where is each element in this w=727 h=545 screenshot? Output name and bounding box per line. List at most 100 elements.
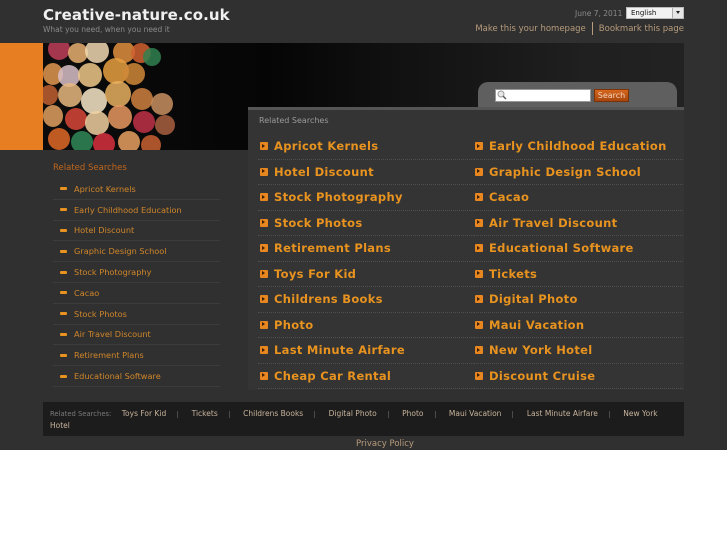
result-item[interactable]: Digital Photo <box>473 287 683 313</box>
results-heading: Related Searches <box>259 116 329 125</box>
privacy-policy-link[interactable]: Privacy Policy <box>0 439 727 449</box>
dash-bullet-icon <box>60 249 67 253</box>
sidebar-item[interactable]: Apricot Kernels <box>53 179 220 200</box>
result-link[interactable]: Digital Photo <box>489 292 578 306</box>
sidebar-link[interactable]: Apricot Kernels <box>74 184 136 194</box>
sidebar-heading: Related Searches <box>53 163 127 173</box>
result-item[interactable]: Photo <box>258 313 474 338</box>
sidebar-item[interactable]: Stock Photography <box>53 262 220 283</box>
result-item[interactable]: Tickets <box>473 262 683 287</box>
result-link[interactable]: Educational Software <box>489 241 634 255</box>
arrow-bullet-icon <box>260 320 268 329</box>
sidebar-link[interactable]: Air Travel Discount <box>74 329 151 339</box>
dash-bullet-icon <box>60 353 67 357</box>
result-item[interactable]: Air Travel Discount <box>473 211 683 236</box>
footer-link[interactable]: Maui Vacation <box>449 409 502 418</box>
sidebar-link[interactable]: Graphic Design School <box>74 246 167 256</box>
site-title[interactable]: Creative-nature.co.uk <box>43 6 230 24</box>
result-item[interactable]: Stock Photography <box>258 185 474 211</box>
sidebar-item[interactable]: Graphic Design School <box>53 241 220 263</box>
bookmark-link[interactable]: Bookmark this page <box>599 24 684 34</box>
result-item[interactable]: New York Hotel <box>473 338 683 364</box>
arrow-bullet-icon <box>475 371 483 380</box>
footer-link[interactable]: Childrens Books <box>243 409 303 418</box>
sidebar-item[interactable]: Educational Software <box>53 366 220 387</box>
result-link[interactable]: Childrens Books <box>274 292 383 306</box>
arrow-bullet-icon <box>475 142 483 151</box>
result-item[interactable]: Toys For Kid <box>258 262 474 287</box>
dash-bullet-icon <box>60 228 67 232</box>
sidebar-link[interactable]: Stock Photography <box>74 267 151 277</box>
dash-bullet-icon <box>60 208 67 212</box>
arrow-bullet-icon <box>260 218 268 227</box>
result-item[interactable]: Retirement Plans <box>258 236 474 262</box>
date-text: June 7, 2011 <box>575 9 623 18</box>
result-link[interactable]: Air Travel Discount <box>489 216 617 230</box>
sidebar-item[interactable]: Stock Photos <box>53 304 220 325</box>
result-link[interactable]: Stock Photos <box>274 216 363 230</box>
result-link[interactable]: Cheap Car Rental <box>274 369 391 383</box>
result-link[interactable]: Maui Vacation <box>489 318 584 332</box>
divider <box>228 410 230 418</box>
sidebar-list: Apricot Kernels Early Childhood Educatio… <box>53 179 220 387</box>
result-link[interactable]: Photo <box>274 318 313 332</box>
result-item[interactable]: Graphic Design School <box>473 160 683 185</box>
arrow-bullet-icon <box>475 295 483 304</box>
search-button[interactable]: Search <box>594 89 629 102</box>
result-link[interactable]: Graphic Design School <box>489 165 641 179</box>
divider <box>177 410 179 418</box>
make-homepage-link[interactable]: Make this your homepage <box>475 24 585 34</box>
result-link[interactable]: Hotel Discount <box>274 165 374 179</box>
sidebar-link[interactable]: Stock Photos <box>74 309 127 319</box>
result-link[interactable]: New York Hotel <box>489 343 593 357</box>
sidebar-item[interactable]: Air Travel Discount <box>53 325 220 346</box>
search-input[interactable] <box>495 89 591 102</box>
result-link[interactable]: Discount Cruise <box>489 369 595 383</box>
result-item[interactable]: Early Childhood Education <box>473 134 683 160</box>
language-select[interactable]: English <box>626 7 684 19</box>
result-item[interactable]: Hotel Discount <box>258 160 474 185</box>
result-item[interactable]: Stock Photos <box>258 211 474 236</box>
arrow-bullet-icon <box>260 371 268 380</box>
result-link[interactable]: Toys For Kid <box>274 267 356 281</box>
sidebar-link[interactable]: Cacao <box>74 288 99 298</box>
footer-link[interactable]: Tickets <box>192 409 218 418</box>
divider <box>591 22 593 35</box>
result-item[interactable]: Apricot Kernels <box>258 134 474 160</box>
result-item[interactable]: Cheap Car Rental <box>258 364 474 389</box>
footer-link[interactable]: Toys For Kid <box>122 409 167 418</box>
result-item[interactable]: Cacao <box>473 185 683 211</box>
result-link[interactable]: Retirement Plans <box>274 241 391 255</box>
sidebar-item[interactable]: Early Childhood Education <box>53 200 220 221</box>
divider <box>608 410 610 418</box>
footer-link[interactable]: Digital Photo <box>329 409 377 418</box>
result-link[interactable]: Apricot Kernels <box>274 139 378 153</box>
sidebar-link[interactable]: Early Childhood Education <box>74 205 182 215</box>
arrow-bullet-icon <box>475 244 483 253</box>
result-link[interactable]: Last Minute Airfare <box>274 343 405 357</box>
sidebar-item[interactable]: Cacao <box>53 283 220 304</box>
dash-bullet-icon <box>60 332 67 336</box>
result-link[interactable]: Early Childhood Education <box>489 139 667 153</box>
arrow-bullet-icon <box>260 269 268 278</box>
result-item[interactable]: Last Minute Airfare <box>258 338 474 364</box>
sidebar-link[interactable]: Educational Software <box>74 371 161 381</box>
sidebar-item[interactable]: Hotel Discount <box>53 221 220 242</box>
result-link[interactable]: Tickets <box>489 267 537 281</box>
dash-bullet-icon <box>60 270 67 274</box>
result-item[interactable]: Childrens Books <box>258 287 474 313</box>
result-item[interactable]: Educational Software <box>473 236 683 262</box>
sidebar-item[interactable]: Retirement Plans <box>53 345 220 367</box>
sidebar-link[interactable]: Retirement Plans <box>74 350 144 360</box>
dash-bullet-icon <box>60 374 67 378</box>
result-link[interactable]: Stock Photography <box>274 190 403 204</box>
result-item[interactable]: Maui Vacation <box>473 313 683 338</box>
footer-link[interactable]: Last Minute Airfare <box>527 409 598 418</box>
arrow-bullet-icon <box>260 346 268 355</box>
chevron-down-icon[interactable] <box>672 8 683 18</box>
result-link[interactable]: Cacao <box>489 190 529 204</box>
footer-link[interactable]: Photo <box>402 409 423 418</box>
result-item[interactable]: Discount Cruise <box>473 364 683 389</box>
results-left-column: Apricot Kernels Hotel Discount Stock Pho… <box>258 134 474 389</box>
sidebar-link[interactable]: Hotel Discount <box>74 225 134 235</box>
